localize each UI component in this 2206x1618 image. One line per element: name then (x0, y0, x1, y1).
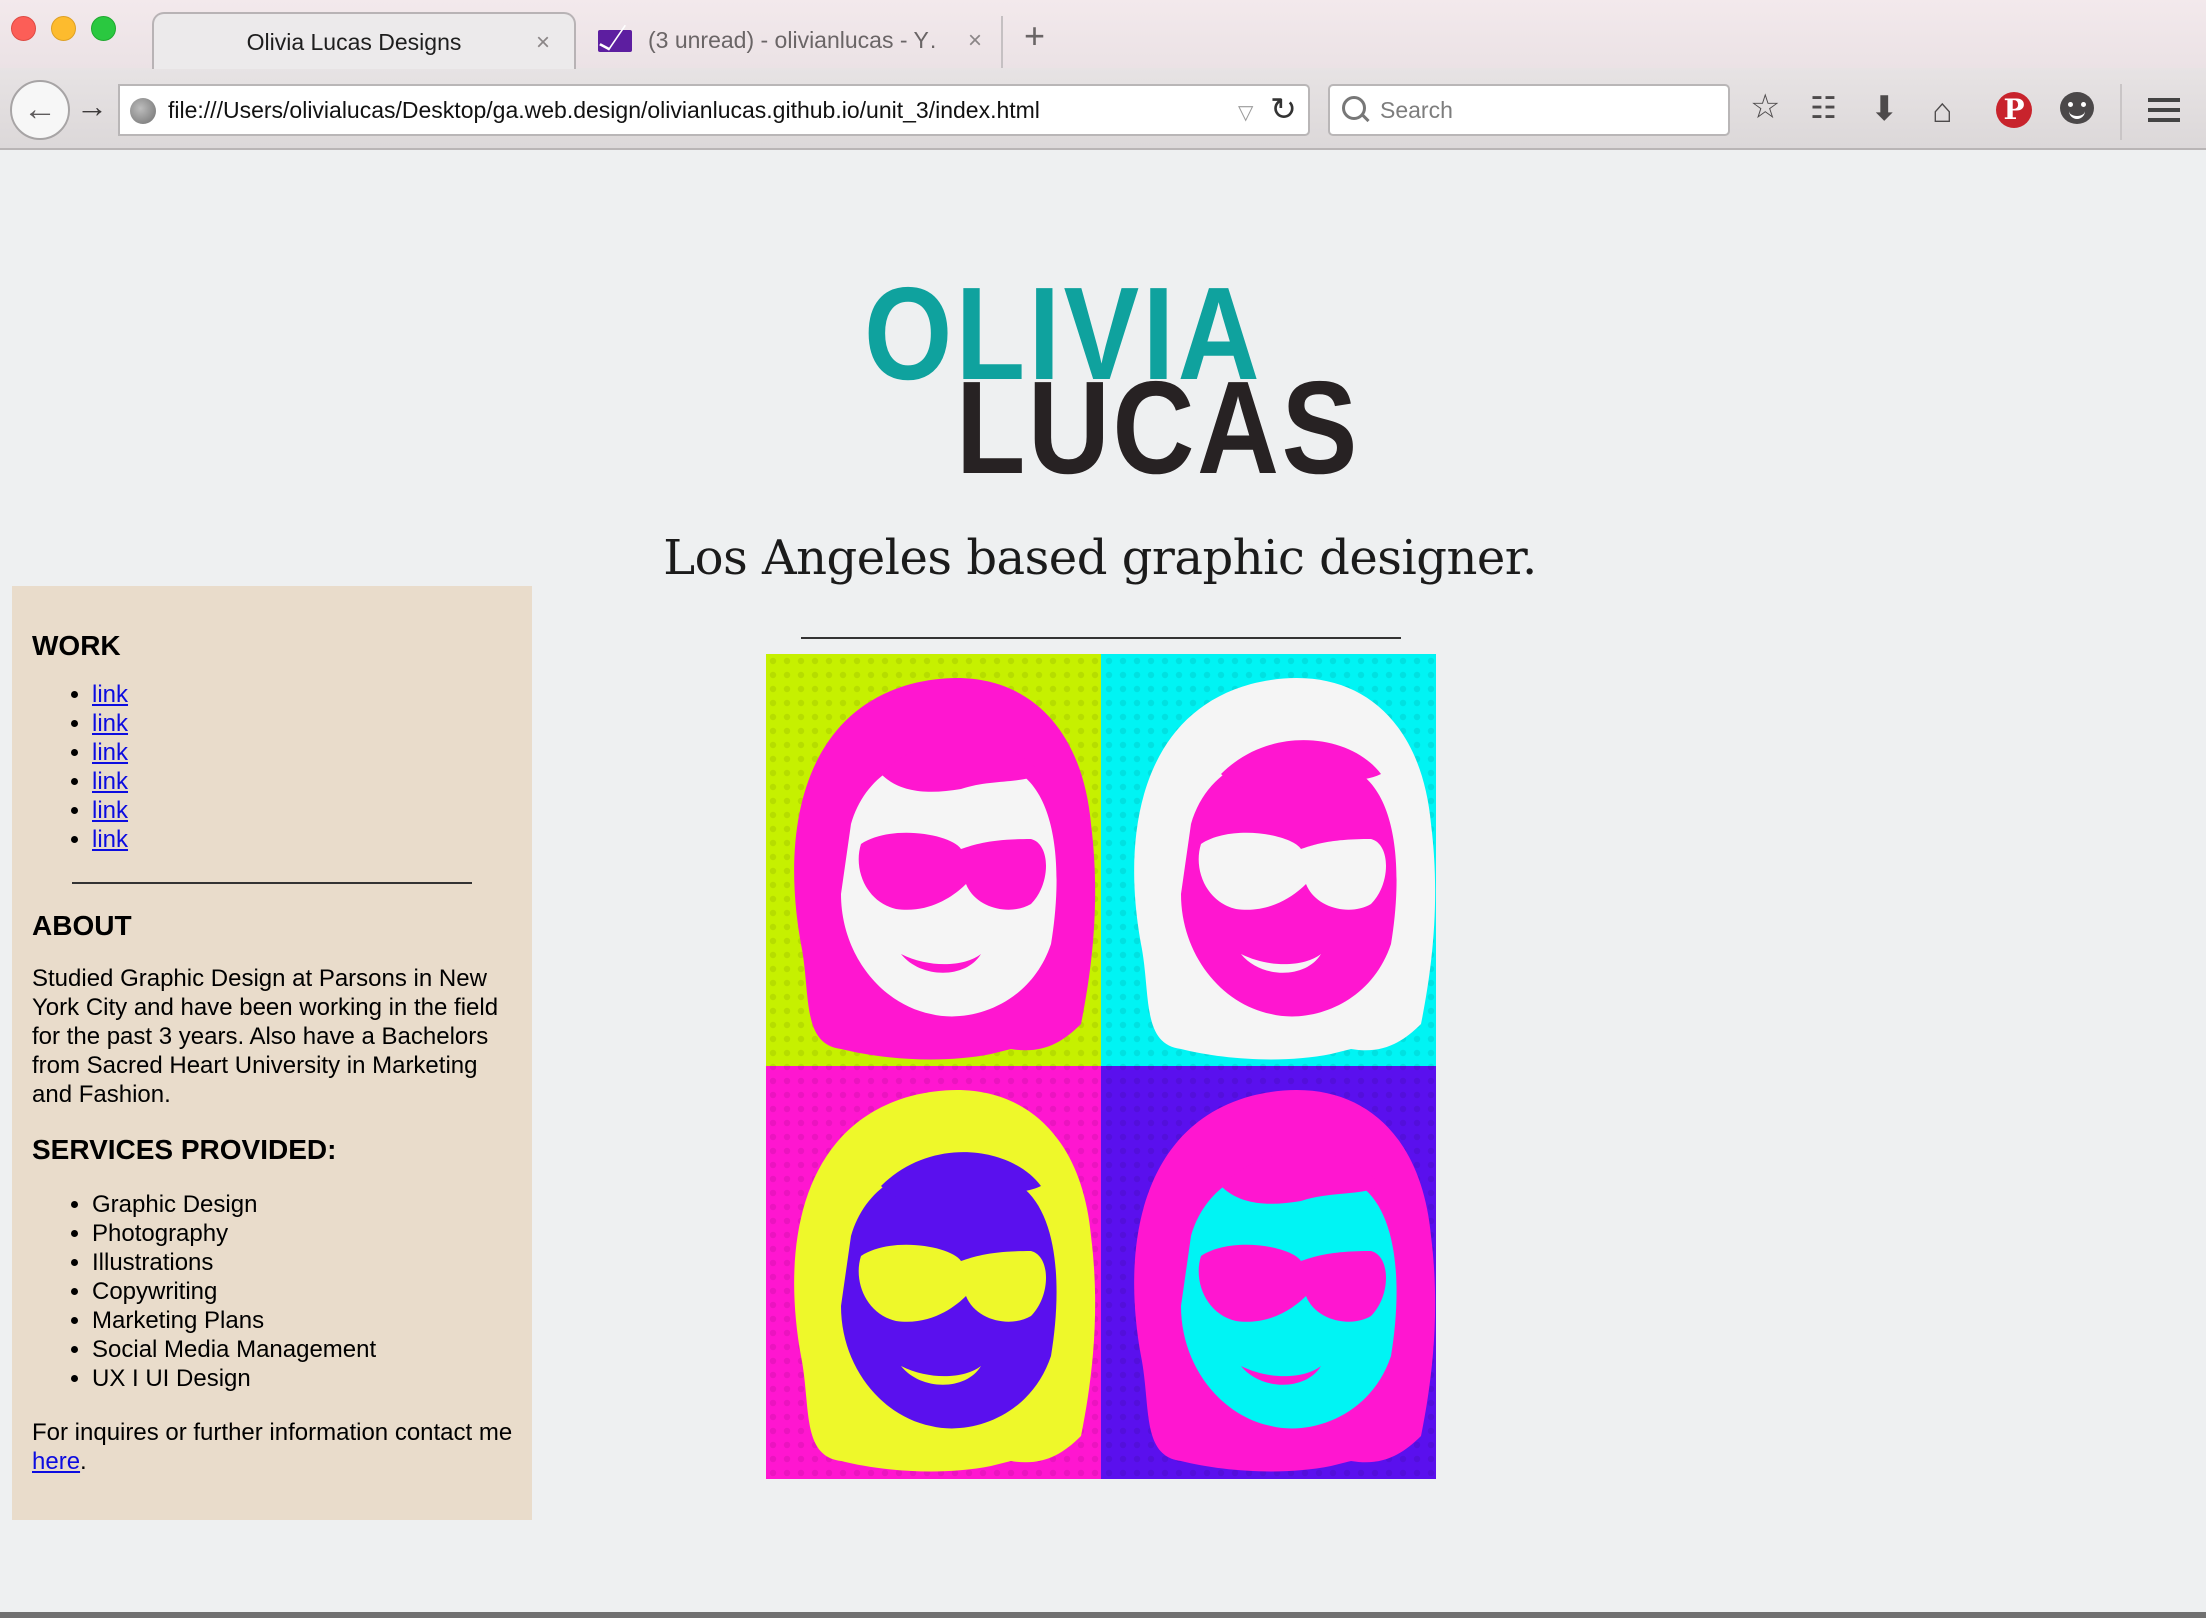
list-item: link (92, 738, 532, 767)
pop-art-portrait (766, 654, 1436, 1479)
divider (72, 882, 472, 884)
about-text: Studied Graphic Design at Parsons in New… (32, 965, 499, 1108)
services-heading: SERVICES PROVIDED: (32, 1134, 337, 1165)
about-heading: ABOUT (32, 910, 132, 941)
list-item: Social Media Management (92, 1335, 376, 1364)
list-item: link (92, 796, 532, 825)
contact-suffix: . (80, 1448, 87, 1475)
portrait-panel (766, 1066, 1101, 1479)
list-item: Photography (92, 1219, 376, 1248)
logo: OLIVIA LUCAS (864, 268, 1357, 494)
logo-last-name: LUCAS (956, 354, 1360, 501)
pinterest-icon[interactable]: P (1996, 92, 2032, 128)
work-link[interactable]: link (92, 826, 128, 853)
work-link[interactable]: link (92, 797, 128, 824)
work-link[interactable]: link (92, 710, 128, 737)
divider (801, 637, 1401, 639)
toolbar-separator (2120, 84, 2122, 140)
reading-list-icon[interactable]: ☷ (1810, 94, 1837, 124)
search-input[interactable]: Search (1380, 86, 1453, 134)
arrow-left-icon: ← (23, 90, 57, 128)
new-tab-button[interactable]: + (1024, 18, 1045, 54)
work-heading: WORK (32, 630, 121, 661)
menu-icon[interactable] (2148, 98, 2180, 102)
chat-icon[interactable] (2060, 92, 2094, 124)
work-link[interactable]: link (92, 768, 128, 795)
services-list: Graphic Design Photography Illustrations… (32, 1190, 376, 1393)
back-button[interactable]: ← (10, 80, 70, 140)
tab-olivia-lucas-designs[interactable]: Olivia Lucas Designs × (152, 12, 576, 69)
contact-link[interactable]: here (32, 1448, 80, 1475)
window-maximize-button[interactable] (91, 16, 116, 41)
work-link[interactable]: link (92, 681, 128, 708)
portrait-panel (1101, 1066, 1436, 1479)
home-icon[interactable]: ⌂ (1932, 94, 1953, 128)
globe-icon (130, 98, 156, 124)
url-text[interactable]: file:///Users/olivialucas/Desktop/ga.web… (168, 86, 1040, 134)
tagline: Los Angeles based graphic designer. (663, 530, 1537, 586)
bookmark-star-icon[interactable]: ☆ (1750, 90, 1780, 124)
work-links: link link link link link link (32, 680, 532, 854)
tab-title: (3 unread) - olivianlucas - Y… (648, 27, 938, 53)
list-item: link (92, 767, 532, 796)
tab-separator (1001, 16, 1003, 68)
tab-close-icon[interactable]: × (536, 14, 550, 71)
tab-title: Olivia Lucas Designs (246, 29, 462, 55)
tab-close-icon[interactable]: × (968, 12, 982, 69)
search-icon (1342, 96, 1366, 120)
list-item: Illustrations (92, 1248, 376, 1277)
window-bottom-edge (0, 1612, 2206, 1618)
portrait-panel (766, 654, 1101, 1066)
url-dropdown-icon[interactable]: ▽ (1238, 100, 1253, 125)
mail-icon (598, 30, 632, 52)
download-icon[interactable]: ⬇ (1870, 92, 1899, 126)
window-minimize-button[interactable] (51, 16, 76, 41)
list-item: Copywriting (92, 1277, 376, 1306)
list-item: Graphic Design (92, 1190, 376, 1219)
forward-button[interactable]: → (76, 90, 108, 122)
list-item: UX I UI Design (92, 1364, 376, 1393)
contact-text: For inquires or further information cont… (32, 1418, 522, 1476)
window-close-button[interactable] (11, 16, 36, 41)
search-bar[interactable]: Search (1328, 84, 1730, 136)
tab-mail[interactable]: (3 unread) - olivianlucas - Y… × (590, 12, 990, 69)
browser-chrome: Olivia Lucas Designs × (3 unread) - oliv… (0, 0, 2206, 150)
portrait-panel (1101, 654, 1436, 1066)
reload-icon[interactable]: ↻ (1270, 90, 1297, 128)
list-item: link (92, 825, 532, 854)
list-item: link (92, 709, 532, 738)
sidebar: WORK link link link link link link ABOUT… (12, 586, 532, 1520)
work-link[interactable]: link (92, 739, 128, 766)
list-item: link (92, 680, 532, 709)
contact-label: For inquires or further information cont… (32, 1419, 513, 1446)
address-bar[interactable]: file:///Users/olivialucas/Desktop/ga.web… (118, 84, 1310, 136)
list-item: Marketing Plans (92, 1306, 376, 1335)
arrow-right-icon: → (76, 88, 108, 124)
